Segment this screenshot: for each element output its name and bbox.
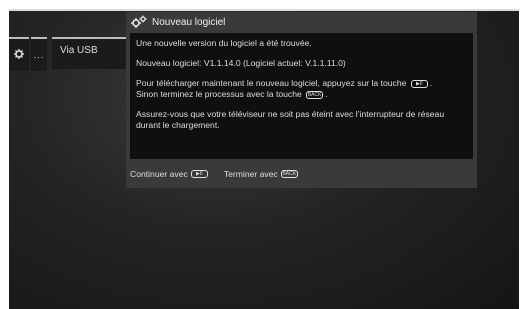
continue-label: Continuer avec (130, 169, 188, 179)
download-line-2: Sinon terminez le processus avec la touc… (136, 89, 302, 99)
back-key-icon: BACK (280, 170, 298, 178)
via-usb-tile[interactable]: Via USB (52, 37, 128, 69)
gear-icon (14, 48, 24, 62)
via-usb-label: Via USB (60, 45, 98, 56)
continue-button[interactable]: Continuer avec ▶II (130, 169, 210, 179)
play-pause-key-icon: ▶II (410, 79, 428, 88)
dialog-title-bar: Nouveau logiciel (126, 12, 477, 32)
version-info: Nouveau logiciel: V1.1.14.0 (Logiciel ac… (136, 58, 346, 68)
software-update-dialog: Nouveau logiciel Une nouvelle version du… (126, 12, 477, 188)
more-tile[interactable]: ... (31, 37, 47, 71)
gears-icon (130, 15, 148, 29)
finish-button[interactable]: Terminer avec BACK (224, 169, 300, 179)
download-line-1: Pour télécharger maintenant le nouveau l… (136, 78, 407, 88)
back-key-icon: BACK (306, 90, 324, 99)
play-pause-key-icon: ▶II (190, 170, 208, 178)
power-warning: Assurez-vous que votre téléviseur ne soi… (136, 109, 445, 130)
top-divider (9, 9, 519, 11)
more-label: ... (33, 50, 45, 60)
tv-screen: ... Via USB Nouveau logiciel Une nouvell… (9, 9, 519, 309)
found-message: Une nouvelle version du logiciel a été t… (136, 38, 312, 48)
dialog-title: Nouveau logiciel (152, 16, 226, 28)
dialog-footer: Continuer avec ▶II Terminer avec BACK (130, 165, 314, 183)
finish-label: Terminer avec (223, 169, 278, 179)
download-instruction: Pour télécharger maintenant le nouveau l… (136, 78, 433, 99)
settings-tile[interactable] (9, 37, 29, 71)
dialog-message: Une nouvelle version du logiciel a été t… (130, 33, 473, 159)
